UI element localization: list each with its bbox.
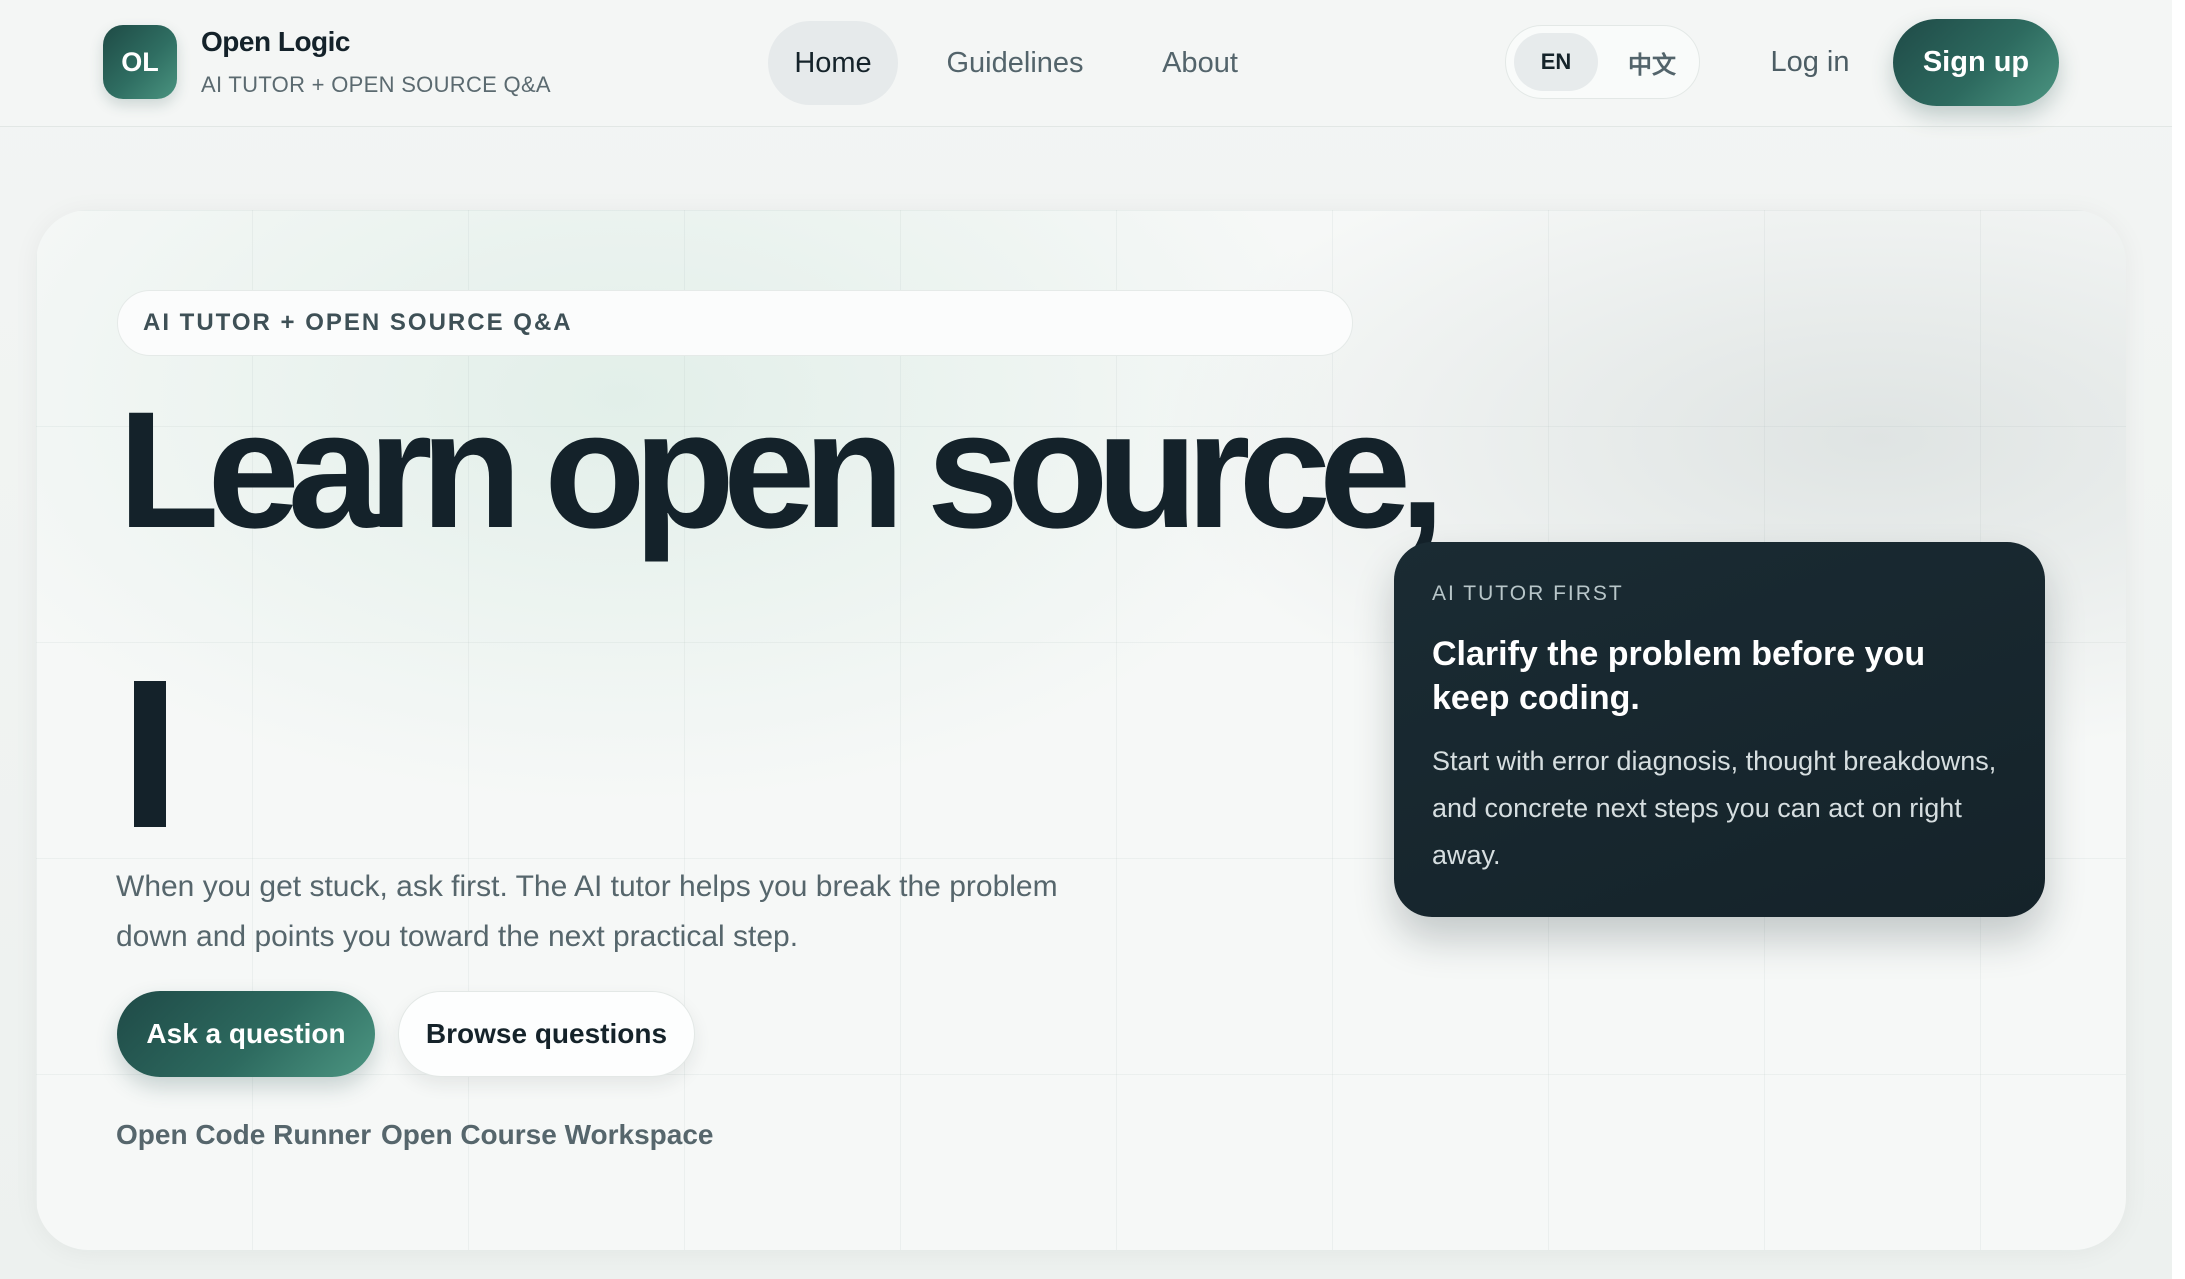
ai-tutor-card: AI TUTOR FIRST Clarify the problem befor… [1394,542,2045,917]
browse-questions-button[interactable]: Browse questions [398,991,695,1077]
logo-badge[interactable]: OL [103,25,177,99]
language-switcher: EN 中文 [1505,25,1700,99]
typing-caret [134,681,166,827]
open-course-workspace-link[interactable]: Open Course Workspace [381,1119,713,1151]
nav-about-link[interactable]: About [1140,21,1260,105]
language-option-en[interactable]: EN [1514,33,1598,91]
nav-home-link[interactable]: Home [768,21,898,105]
tutor-card-eyebrow: AI TUTOR FIRST [1432,582,1624,605]
scrollbar-gutter [2172,0,2185,1279]
tutor-card-body: Start with error diagnosis, thought brea… [1432,746,1997,870]
hero-description: When you get stuck, ask first. The AI tu… [116,870,1058,953]
tutor-card-title: Clarify the problem before you keep codi… [1432,635,1926,717]
language-option-zh[interactable]: 中文 [1614,33,1690,91]
top-navigation-bar: OL Open Logic AI TUTOR + OPEN SOURCE Q&A… [0,0,2172,127]
login-link[interactable]: Log in [1740,38,1880,86]
ask-question-button[interactable]: Ask a question [117,991,375,1077]
signup-button[interactable]: Sign up [1893,19,2059,106]
hero-eyebrow-pill: AI TUTOR + OPEN SOURCE Q&A [117,290,1353,356]
open-code-runner-link[interactable]: Open Code Runner [116,1119,371,1151]
brand-subtitle: AI TUTOR + OPEN SOURCE Q&A [201,72,551,97]
brand-name[interactable]: Open Logic [201,26,351,58]
nav-guidelines-link[interactable]: Guidelines [930,21,1100,105]
page: OL Open Logic AI TUTOR + OPEN SOURCE Q&A… [0,0,2185,1279]
hero-headline: Learn open source, [118,378,1445,563]
